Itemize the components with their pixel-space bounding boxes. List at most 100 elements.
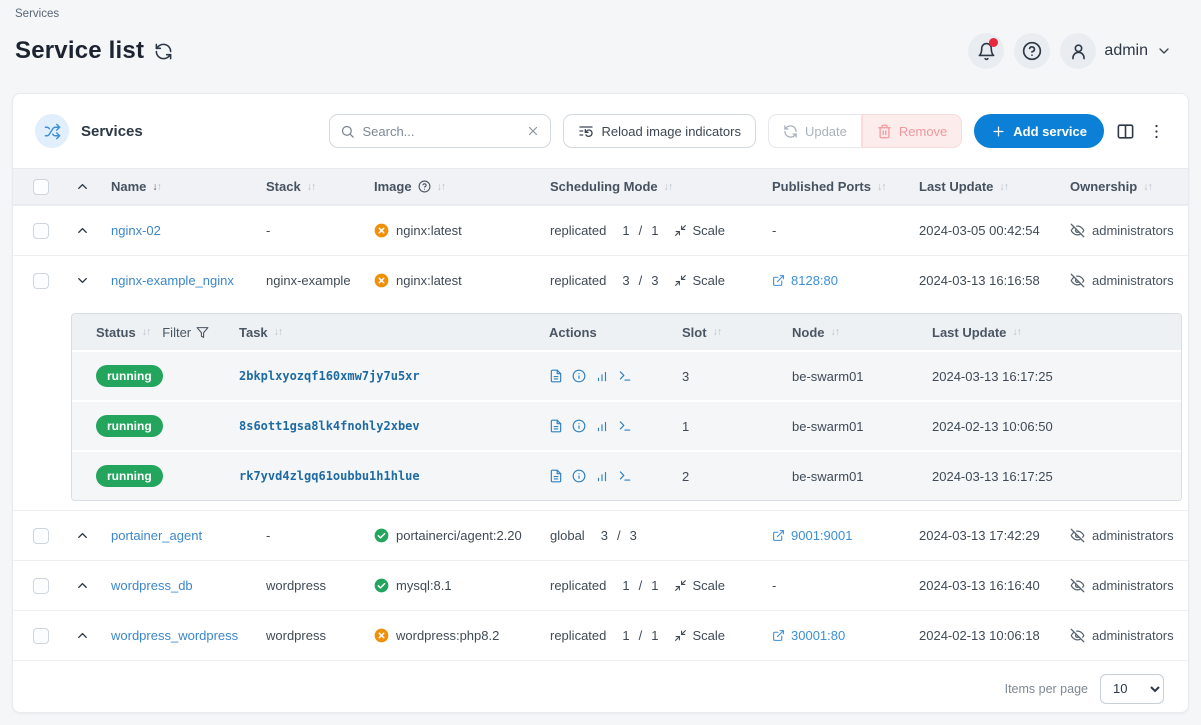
expand-toggle[interactable] [75, 223, 90, 238]
items-per-page-label: Items per page [1005, 682, 1088, 696]
column-header-task-last-update[interactable]: Last Update↓↑ [932, 325, 1021, 340]
scale-icon [674, 579, 687, 592]
expand-toggle[interactable] [75, 628, 90, 643]
reload-image-indicators-button[interactable]: Reload image indicators [563, 114, 755, 148]
task-inspect-icon[interactable] [572, 369, 586, 383]
list-restart-icon [578, 123, 594, 139]
table-row: nginx-02 - nginx:latest replicated1/1Sca… [13, 205, 1188, 255]
task-link[interactable]: 2bkplxyozqf160xmw7jy7u5xr [239, 369, 420, 383]
page-title: Service list [15, 37, 144, 65]
notification-dot [989, 38, 998, 47]
task-stats-icon[interactable] [595, 369, 609, 383]
breadcrumb[interactable]: Services [12, 8, 1189, 20]
scale-link[interactable]: Scale [674, 223, 725, 238]
task-link[interactable]: 8s6ott1gsa8lk4fnohly2xbev [239, 419, 420, 433]
task-stats-icon[interactable] [595, 419, 609, 433]
service-link[interactable]: wordpress_db [111, 578, 193, 593]
update-button[interactable]: Update [768, 114, 862, 148]
row-checkbox[interactable] [33, 273, 49, 289]
scale-icon [674, 629, 687, 642]
columns-icon [1116, 122, 1135, 141]
collapse-all-toggle[interactable] [75, 179, 90, 194]
services-panel: Services Reload image indicators Update [12, 93, 1189, 713]
shuffle-icon [44, 123, 61, 140]
published-port-link[interactable]: 9001:9001 [772, 528, 852, 543]
row-checkbox[interactable] [33, 223, 49, 239]
status-badge: running [96, 365, 163, 387]
user-icon [1069, 42, 1088, 61]
status-filter-button[interactable]: Filter [162, 325, 209, 340]
task-row: running rk7yvd4zlgq61oubbu1h1hlue 2 be-s… [72, 450, 1181, 500]
notifications-button[interactable] [968, 33, 1004, 69]
row-checkbox[interactable] [33, 628, 49, 644]
help-button[interactable] [1014, 33, 1050, 69]
column-header-ports[interactable]: Published Ports↓↑ [772, 179, 885, 194]
search-box [329, 114, 551, 148]
clear-search-icon[interactable] [526, 124, 540, 138]
columns-settings-button[interactable] [1116, 122, 1135, 141]
column-header-ownership[interactable]: Ownership↓↑ [1070, 179, 1152, 194]
service-link[interactable]: portainer_agent [111, 528, 202, 543]
task-row: running 2bkplxyozqf160xmw7jy7u5xr 3 be-s… [72, 350, 1181, 400]
status-badge: running [96, 415, 163, 437]
eye-off-icon [1070, 528, 1085, 543]
column-header-name[interactable]: Name↓↑ [111, 179, 161, 194]
add-service-button[interactable]: Add service [974, 114, 1104, 148]
column-header-stack[interactable]: Stack↓↑ [266, 179, 315, 194]
table-menu-button[interactable] [1147, 122, 1166, 141]
status-badge: running [96, 465, 163, 487]
refresh-page-icon[interactable] [154, 42, 173, 61]
service-link[interactable]: nginx-example_nginx [111, 273, 234, 288]
task-logs-icon[interactable] [549, 469, 563, 483]
panel-title: Services [81, 123, 143, 140]
external-link-icon [772, 274, 785, 287]
user-avatar[interactable] [1060, 33, 1096, 69]
task-logs-icon[interactable] [549, 369, 563, 383]
eye-off-icon [1070, 223, 1085, 238]
items-per-page-select[interactable]: 10 [1100, 674, 1164, 704]
select-all-checkbox[interactable] [33, 179, 49, 195]
service-link[interactable]: nginx-02 [111, 223, 161, 238]
external-link-icon [772, 629, 785, 642]
column-header-mode[interactable]: Scheduling Mode↓↑ [550, 179, 672, 194]
task-console-icon[interactable] [618, 419, 632, 433]
row-checkbox[interactable] [33, 578, 49, 594]
column-header-status[interactable]: Status↓↑ [96, 325, 150, 340]
table-header: Name↓↑ Stack↓↑ Image↓↑ Scheduling Mode↓↑… [13, 168, 1188, 205]
table-footer: Items per page 10 [13, 660, 1188, 716]
column-header-node[interactable]: Node↓↑ [792, 325, 839, 340]
collapse-toggle[interactable] [75, 273, 90, 288]
task-console-icon[interactable] [618, 469, 632, 483]
task-logs-icon[interactable] [549, 419, 563, 433]
row-checkbox[interactable] [33, 528, 49, 544]
scale-link[interactable]: Scale [674, 273, 725, 288]
task-inspect-icon[interactable] [572, 419, 586, 433]
column-header-actions: Actions [549, 325, 597, 340]
column-header-last-update[interactable]: Last Update↓↑ [919, 179, 1008, 194]
image-help-icon[interactable] [418, 180, 431, 193]
user-menu[interactable]: admin [1060, 33, 1172, 69]
task-stats-icon[interactable] [595, 469, 609, 483]
column-header-task[interactable]: Task↓↑ [239, 325, 282, 340]
task-inspect-icon[interactable] [572, 469, 586, 483]
task-link[interactable]: rk7yvd4zlgq61oubbu1h1hlue [239, 469, 420, 483]
published-port-link[interactable]: 8128:80 [772, 273, 838, 288]
username: admin [1104, 42, 1148, 60]
trash-icon [877, 124, 892, 139]
search-input[interactable] [362, 124, 519, 139]
kebab-icon [1147, 122, 1166, 141]
remove-button[interactable]: Remove [862, 114, 962, 148]
expand-toggle[interactable] [75, 528, 90, 543]
scale-link[interactable]: Scale [674, 578, 725, 593]
column-header-image[interactable]: Image↓↑ [374, 179, 445, 194]
image-up-to-date-icon [374, 528, 389, 543]
scale-link[interactable]: Scale [674, 628, 725, 643]
published-port-link[interactable]: 30001:80 [772, 628, 845, 643]
image-outdated-icon [374, 273, 389, 288]
plus-icon [991, 124, 1006, 139]
task-console-icon[interactable] [618, 369, 632, 383]
column-header-slot[interactable]: Slot↓↑ [682, 325, 721, 340]
expand-toggle[interactable] [75, 578, 90, 593]
service-link[interactable]: wordpress_wordpress [111, 628, 238, 643]
table-row: nginx-example_nginx nginx-example nginx:… [13, 255, 1188, 305]
